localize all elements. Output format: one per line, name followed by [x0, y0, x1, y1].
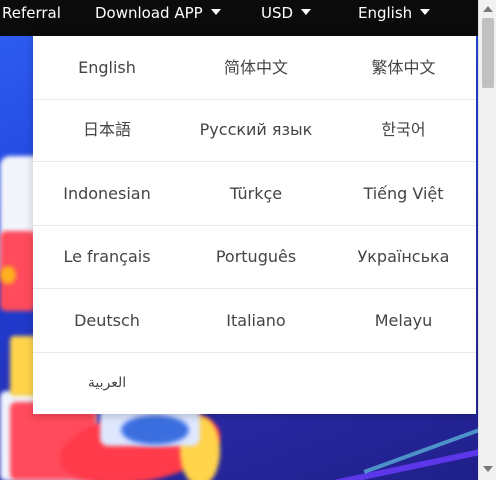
decor-block [120, 414, 190, 446]
language-row: العربية [33, 352, 476, 415]
language-option[interactable]: Українська [331, 225, 476, 288]
language-option[interactable]: Indonesian [33, 162, 181, 225]
scroll-thumb[interactable] [482, 18, 494, 88]
download-app-label: Download APP [95, 4, 203, 22]
language-option[interactable]: Melayu [331, 289, 476, 352]
language-option[interactable]: 日本語 [33, 98, 181, 161]
language-row: English 简体中文 繁体中文 [33, 36, 476, 100]
chevron-down-icon [210, 8, 221, 15]
language-row: Le français Português Українська [33, 225, 476, 289]
language-row: Deutsch Italiano Melayu [33, 289, 476, 353]
language-selector[interactable]: English [358, 0, 431, 28]
language-option[interactable]: Português [181, 225, 331, 288]
language-option[interactable]: Deutsch [33, 289, 181, 352]
chevron-down-icon [420, 8, 431, 15]
scroll-down-arrow-icon[interactable] [483, 466, 493, 472]
language-option[interactable]: 简体中文 [181, 36, 331, 99]
language-row: Indonesian Türkçe Tiếng Việt [33, 162, 476, 226]
download-app-menu[interactable]: Download APP [95, 0, 221, 28]
currency-selector[interactable]: USD [261, 0, 312, 28]
language-option[interactable]: English [33, 36, 181, 99]
language-option[interactable]: Tiếng Việt [331, 162, 476, 225]
top-navigation-bar: Referral Download APP USD English [0, 0, 478, 36]
chevron-down-icon [301, 8, 312, 15]
language-dropdown: English 简体中文 繁体中文 日本語 Русский язык 한국어 I… [33, 36, 476, 414]
currency-label: USD [261, 4, 294, 22]
decor-block [0, 266, 16, 284]
language-option[interactable]: Italiano [181, 289, 331, 352]
language-option[interactable]: Le français [33, 225, 181, 288]
language-option[interactable]: Русский язык [181, 98, 331, 161]
referral-label: Referral [2, 4, 61, 22]
vertical-scrollbar[interactable] [478, 0, 496, 480]
language-option[interactable]: Türkçe [181, 162, 331, 225]
language-label: English [358, 4, 413, 22]
language-row: 日本語 Русский язык 한국어 [33, 98, 476, 162]
referral-link[interactable]: Referral [2, 0, 61, 28]
scroll-up-arrow-icon[interactable] [483, 6, 493, 12]
language-option[interactable]: 한국어 [331, 98, 476, 161]
language-option[interactable]: العربية [33, 352, 181, 415]
language-option[interactable]: 繁体中文 [331, 36, 476, 99]
